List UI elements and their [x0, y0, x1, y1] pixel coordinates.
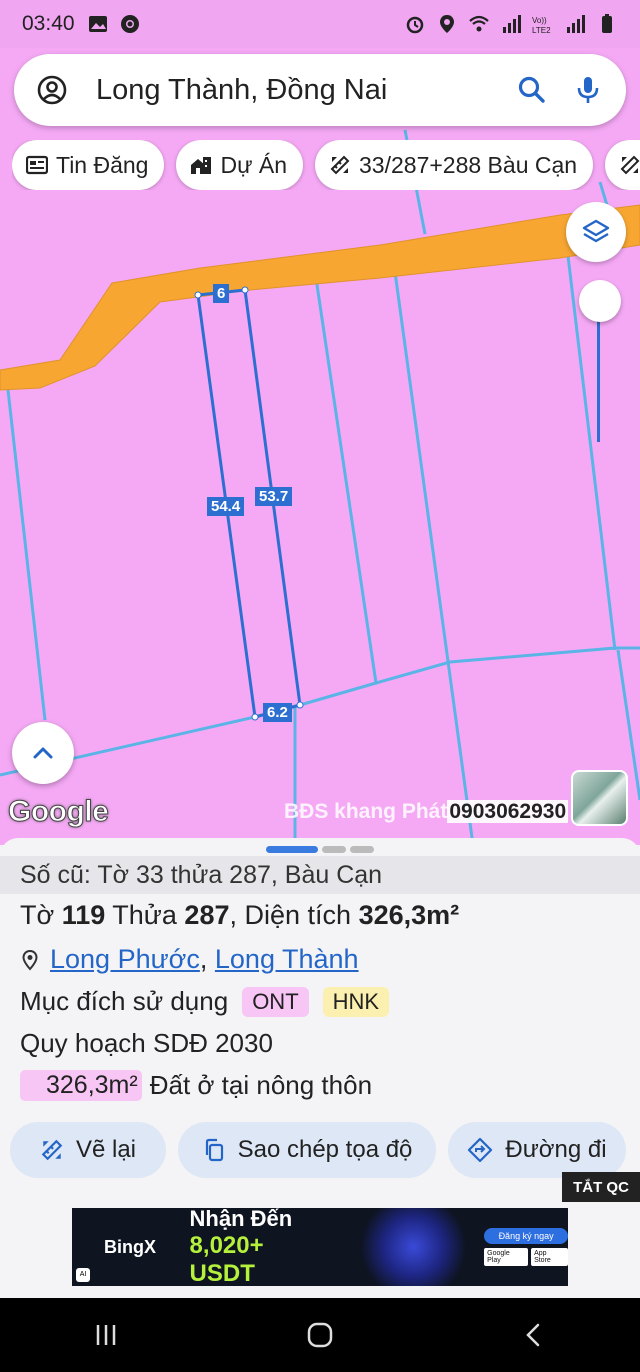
redraw-label: Vẽ lại	[75, 1136, 137, 1163]
google-logo: Google	[7, 795, 109, 829]
measure-bottom-label: 6.2	[263, 703, 292, 722]
land-use-purpose: Mục đích sử dụng ONT HNK	[20, 986, 390, 1017]
directions-button[interactable]: Đường đi	[448, 1122, 626, 1178]
measure-right-label: 53.7	[255, 487, 293, 506]
measure-top-label: 6	[213, 284, 230, 303]
news-icon	[26, 155, 48, 175]
ad-cta-button[interactable]: Đăng ký ngay	[484, 1228, 568, 1244]
plan-area: 326,3m²	[20, 1070, 142, 1101]
ward-link[interactable]: Long Phước	[50, 944, 200, 975]
chip-label: Tin Đăng	[56, 151, 149, 178]
plan-title: Quy hoạch SDĐ 2030	[20, 1028, 273, 1058]
lot-label: Thửa	[112, 900, 177, 930]
volte-icon: Vo))LTE2	[532, 16, 551, 35]
back-icon[interactable]	[520, 1321, 548, 1349]
satellite-thumbnail[interactable]	[571, 770, 628, 826]
location-icon	[440, 15, 454, 33]
action-buttons: Vẽ lại Sao chép tọa độ Đường đi	[10, 1122, 630, 1178]
sheet-number: 119	[61, 900, 106, 930]
ad-banner[interactable]: BingX Nhận Đến 8,020+ USDT Đăng ký ngay …	[72, 1208, 568, 1286]
chip-label: 33/287+288 Bàu Cạn	[359, 151, 578, 178]
search-query[interactable]: Long Thành, Đồng Nai	[96, 74, 492, 107]
redraw-button[interactable]: Vẽ lại	[10, 1122, 166, 1178]
chip-label: Dự Án	[220, 151, 288, 178]
chip-parcel[interactable]: 33/287+288 Bàu Cạn	[315, 140, 594, 190]
watermark-phone: 0903062930	[447, 800, 569, 823]
signal-icon	[503, 15, 521, 33]
google-play-badge[interactable]: Google Play	[484, 1248, 529, 1266]
measure-icon	[41, 1139, 63, 1161]
home-icon[interactable]	[305, 1320, 335, 1350]
ad-amount: 8,020+ USDT	[189, 1232, 264, 1286]
watermark: BĐS khang Phát0903062930	[284, 800, 569, 824]
hide-ads-button[interactable]: TẮT QC	[562, 1172, 640, 1202]
measure-icon	[330, 155, 350, 175]
old-parcel-info: Số cũ: Tờ 33 thửa 287, Bàu Cạn	[0, 856, 640, 894]
status-time: 03:40	[22, 12, 75, 35]
location-line: Long Phước, Long Thành	[20, 944, 359, 975]
directions-icon	[468, 1137, 493, 1163]
account-icon[interactable]	[36, 74, 68, 106]
chevron-up-icon	[33, 747, 53, 759]
microphone-icon[interactable]	[572, 74, 604, 106]
alarm-icon	[406, 16, 424, 34]
svg-text:LTE2: LTE2	[532, 26, 551, 35]
copy-coordinates-button[interactable]: Sao chép tọa độ	[178, 1122, 436, 1178]
expand-button[interactable]	[12, 722, 74, 784]
signal-2-icon	[567, 15, 585, 33]
wifi-icon	[469, 15, 489, 32]
ad-artwork	[348, 1208, 479, 1286]
area-value: 326,3m²	[358, 900, 460, 930]
filter-chips: Tin Đăng Dự Án 33/287+288 Bàu Cạn	[12, 140, 640, 190]
layers-icon	[582, 219, 610, 243]
plan-description: Đất ở tại nông thôn	[149, 1070, 373, 1100]
opacity-slider-handle[interactable]	[579, 280, 621, 322]
tag-hnk: HNK	[322, 986, 390, 1017]
status-bar: 03:40 Vo)) LTE2	[0, 0, 640, 48]
search-bar[interactable]: Long Thành, Đồng Nai	[14, 54, 626, 126]
recent-apps-icon[interactable]	[92, 1321, 120, 1349]
measure-left-label: 54.4	[207, 497, 245, 516]
lot-number: 287	[184, 900, 230, 930]
plan-row: 326,3m² Đất ở tại nông thôn	[20, 1070, 372, 1101]
purpose-label: Mục đích sử dụng	[20, 986, 229, 1016]
measure-icon	[620, 155, 640, 175]
sheet-label: Tờ	[20, 900, 55, 930]
ad-headline: Nhận Đến	[189, 1208, 293, 1231]
map-canvas	[0, 0, 640, 845]
copy-icon	[205, 1138, 223, 1162]
chip-tin-dang[interactable]: Tin Đăng	[12, 140, 165, 190]
directions-label: Đường đi	[505, 1136, 607, 1163]
system-nav-bar	[0, 1298, 640, 1372]
area-label: Diện tích	[244, 900, 352, 930]
svg-text:Vo)): Vo))	[532, 16, 547, 25]
parcel-summary: Tờ 119 Thửa 287, Diện tích 326,3m²	[20, 900, 460, 930]
gallery-icon	[88, 16, 107, 32]
sheet-pager[interactable]	[266, 846, 374, 853]
building-icon	[191, 157, 212, 174]
battery-icon	[602, 14, 612, 33]
district-link[interactable]: Long Thành	[215, 944, 359, 975]
ad-brand: BingX	[104, 1236, 156, 1257]
copy-label: Sao chép tọa độ	[237, 1136, 413, 1163]
search-icon[interactable]	[516, 74, 548, 106]
chip-du-an[interactable]: Dự Án	[176, 140, 304, 190]
chip-more[interactable]	[605, 140, 640, 190]
map-view[interactable]: 6 54.4 53.7 6.2 Google BĐS khang Phát090…	[0, 0, 640, 845]
chrome-icon	[120, 15, 139, 33]
layers-button[interactable]	[566, 202, 626, 262]
app-store-badge[interactable]: App Store	[531, 1248, 568, 1266]
ad-info-icon[interactable]: AI	[76, 1268, 90, 1282]
tag-ont: ONT	[242, 986, 309, 1017]
location-pin-icon	[22, 949, 38, 970]
watermark-name: BĐS khang Phát	[284, 800, 448, 823]
